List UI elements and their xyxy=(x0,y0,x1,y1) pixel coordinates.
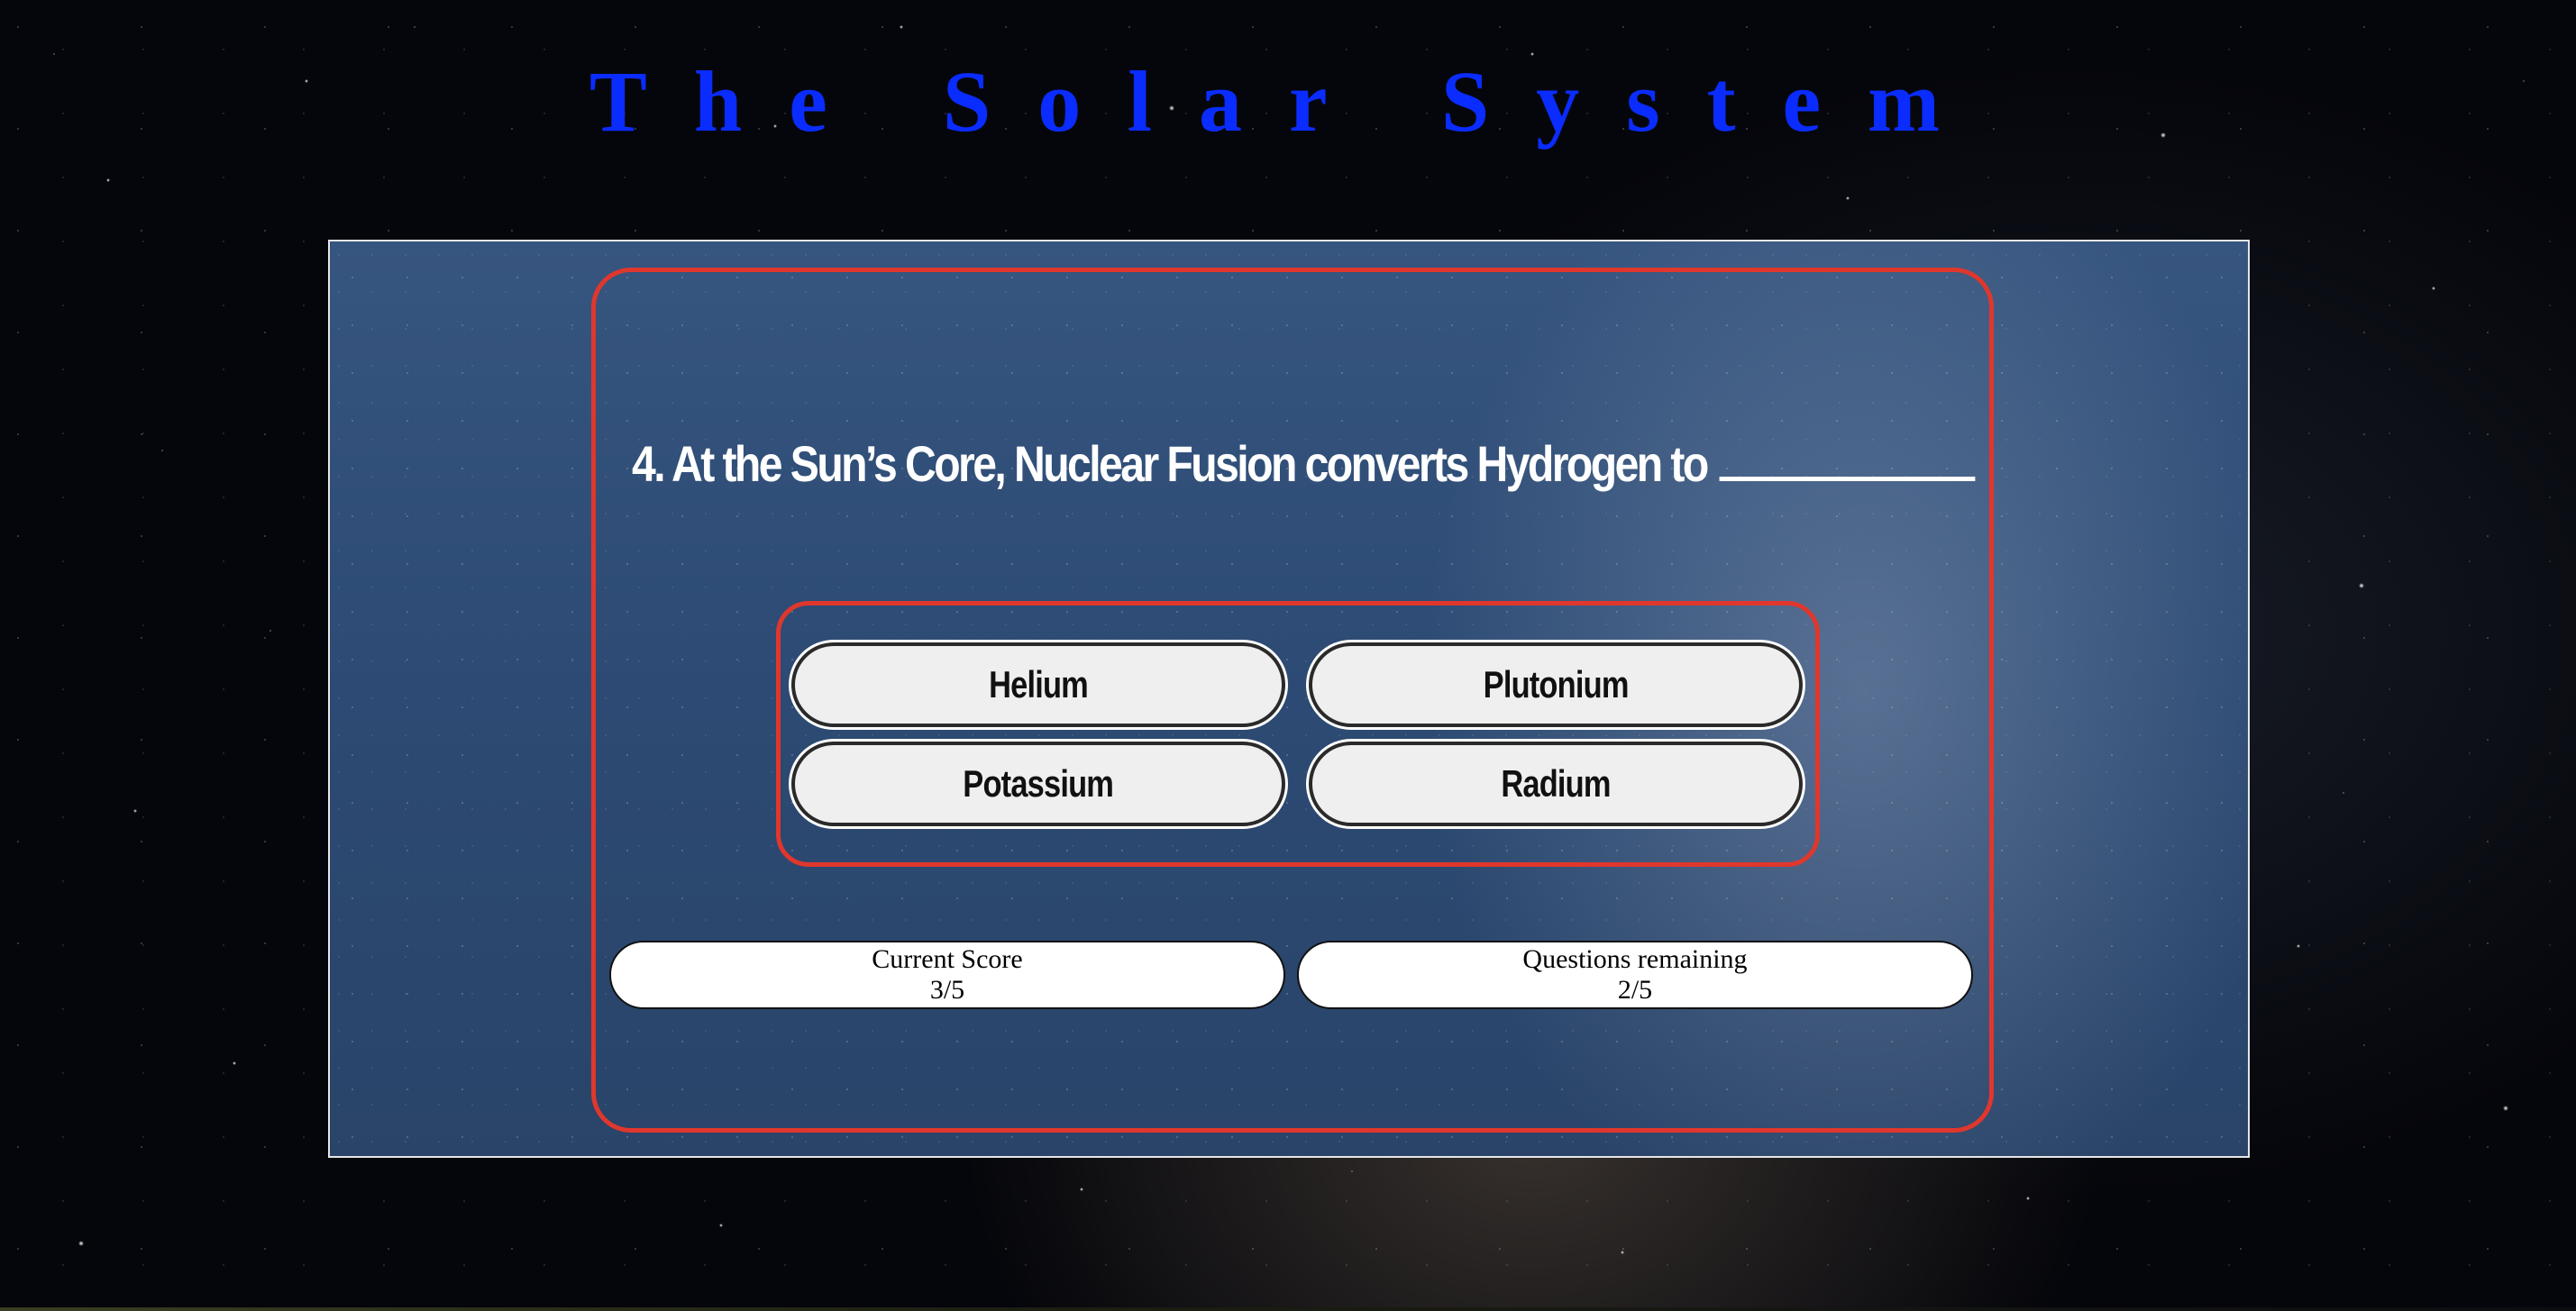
questions-remaining-label: Questions remaining xyxy=(1522,944,1748,974)
answer-label: Plutonium xyxy=(1483,663,1630,706)
answer-label: Potassium xyxy=(963,762,1115,805)
questions-remaining-display: Questions remaining 2/5 xyxy=(1297,941,1973,1009)
answer-label: Radium xyxy=(1501,762,1611,805)
current-score-value: 3/5 xyxy=(929,975,965,1005)
answer-button-radium[interactable]: Radium xyxy=(1309,742,1803,826)
question-card: 4. At the Sun’s Core, Nuclear Fusion con… xyxy=(591,268,1994,1133)
current-score-display: Current Score 3/5 xyxy=(609,941,1285,1009)
question-text: 4. At the Sun’s Core, Nuclear Fusion con… xyxy=(632,435,1709,492)
current-score-label: Current Score xyxy=(872,944,1023,974)
answer-button-potassium[interactable]: Potassium xyxy=(791,742,1285,826)
answer-options: Helium Plutonium Potassium Radium xyxy=(776,601,1820,867)
answer-button-helium[interactable]: Helium xyxy=(791,642,1285,727)
answer-blank xyxy=(1719,437,1976,481)
bottom-edge-strip xyxy=(0,1307,2576,1311)
question: 4. At the Sun’s Core, Nuclear Fusion con… xyxy=(632,434,1976,493)
site-title: The Solar System xyxy=(589,53,1987,150)
answer-button-plutonium[interactable]: Plutonium xyxy=(1309,642,1803,727)
quiz-panel: 4. At the Sun’s Core, Nuclear Fusion con… xyxy=(328,240,2250,1158)
answer-label: Helium xyxy=(989,663,1089,706)
questions-remaining-value: 2/5 xyxy=(1617,975,1653,1005)
